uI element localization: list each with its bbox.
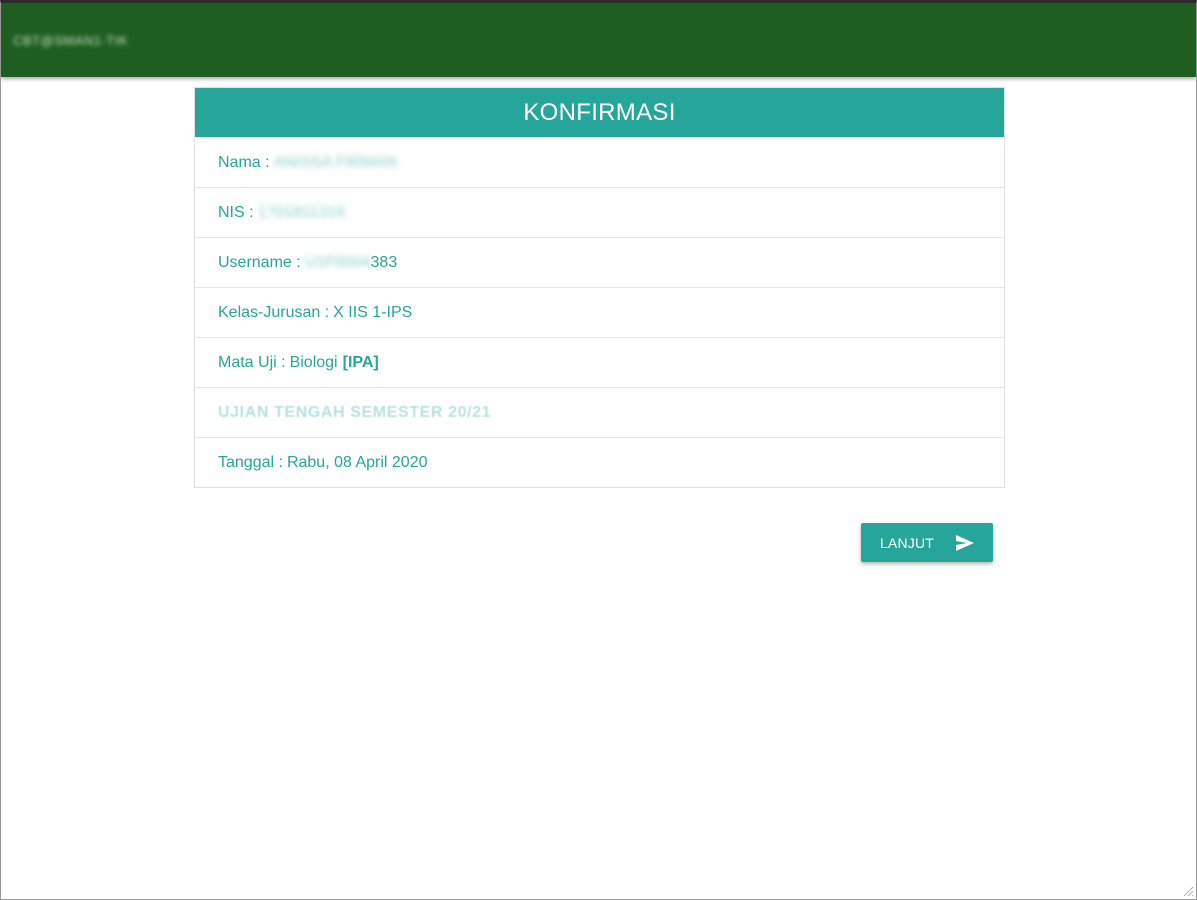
confirmation-card: KONFIRMASI Nama : ANISSA FIRMAN NIS : 17… [194, 87, 1005, 488]
nama-label: Nama : [218, 153, 270, 171]
kelas-value: X IIS 1-IPS [333, 303, 413, 321]
app-brand: CBT@SMAN1-TIK [13, 32, 129, 48]
username-label: Username : [218, 253, 301, 271]
app-header: CBT@SMAN1-TIK [1, 3, 1196, 77]
info-row-nama: Nama : ANISSA FIRMAN [195, 137, 1004, 187]
info-row-ujian: UJIAN TENGAH SEMESTER 20/21 [195, 387, 1004, 437]
info-row-username: Username : U1F0004383 [195, 237, 1004, 287]
card-title: KONFIRMASI [195, 88, 1004, 137]
info-row-mata-uji: Mata Uji : Biologi [IPA] [195, 337, 1004, 387]
resize-grip-icon[interactable] [1180, 883, 1194, 897]
username-value: U1F0004383 [305, 254, 398, 272]
mata-uji-value: Biologi [289, 353, 338, 371]
kelas-label: Kelas-Jurusan : [218, 303, 330, 321]
username-value-visible: 383 [370, 253, 398, 271]
info-row-kelas: Kelas-Jurusan : X IIS 1-IPS [195, 287, 1004, 337]
mata-uji-tag: [IPA] [342, 353, 379, 371]
next-button[interactable]: LANJUT [861, 523, 993, 562]
nama-value: ANISSA FIRMAN [273, 153, 398, 171]
send-arrow-icon [956, 534, 975, 551]
tanggal-value: Rabu, 08 April 2020 [286, 453, 428, 471]
exam-title: UJIAN TENGAH SEMESTER 20/21 [218, 403, 492, 421]
username-value-hidden: U1F0004 [304, 253, 371, 271]
nis-value: 1701811316 [257, 203, 346, 221]
app-window: CBT@SMAN1-TIK KONFIRMASI Nama : ANISSA F… [0, 0, 1197, 900]
info-row-tanggal: Tanggal : Rabu, 08 April 2020 [195, 437, 1004, 487]
next-button-label: LANJUT [879, 534, 935, 551]
tanggal-label: Tanggal : [218, 453, 283, 471]
info-row-nis: NIS : 1701811316 [195, 187, 1004, 237]
mata-uji-label: Mata Uji : [218, 353, 286, 371]
nis-label: NIS : [218, 203, 254, 221]
